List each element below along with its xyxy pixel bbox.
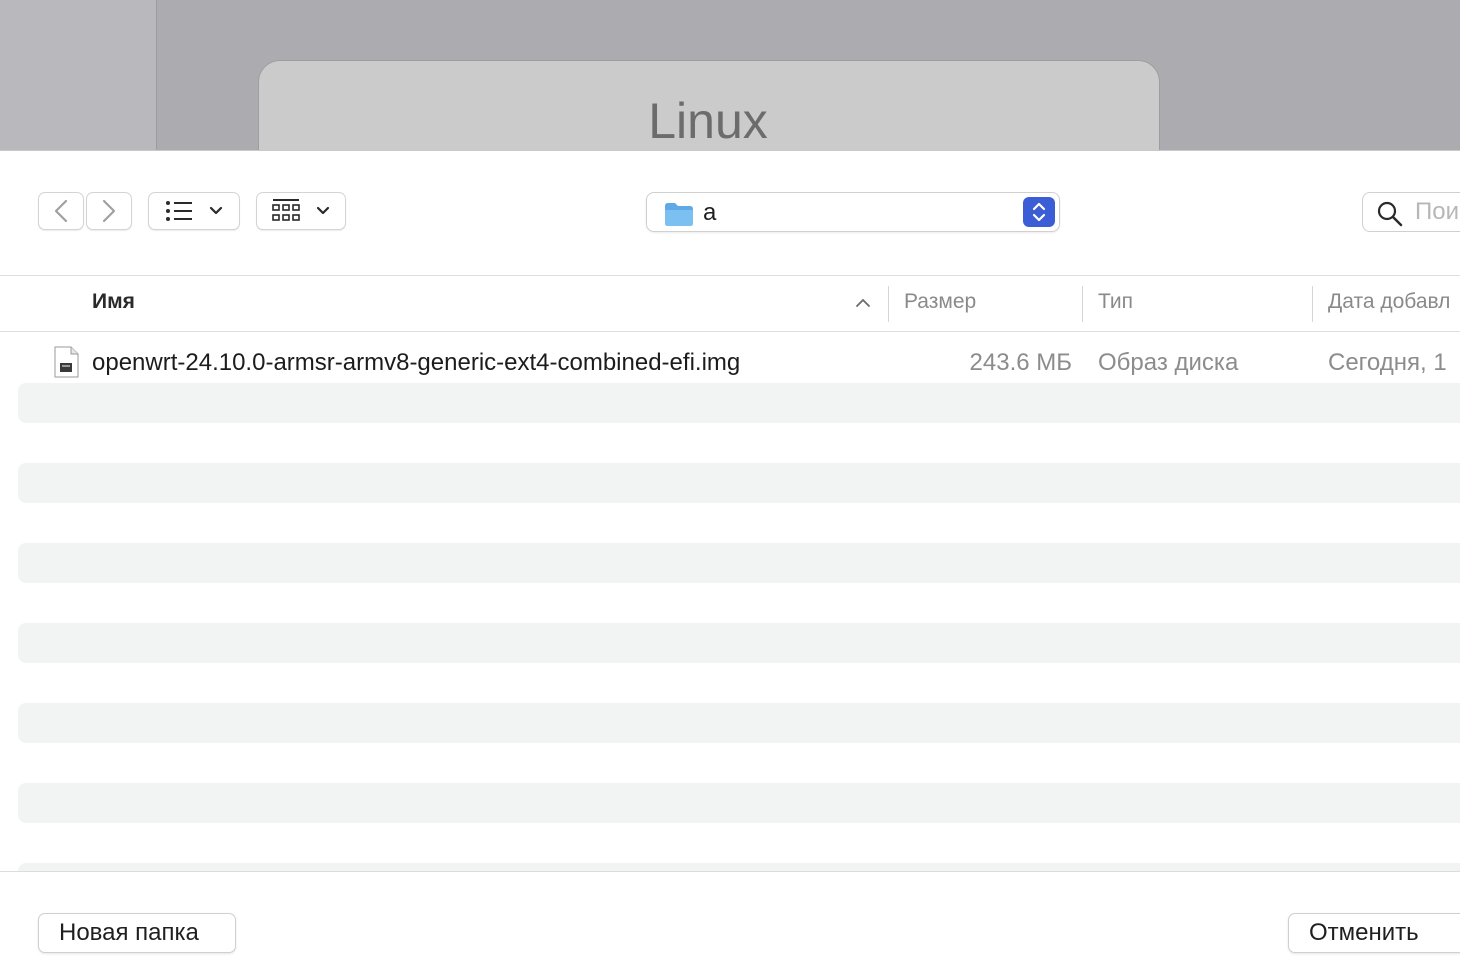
cancel-button[interactable]: Отменить [1288,913,1460,953]
file-kind: Образ диска [1098,349,1239,376]
empty-row [18,623,1460,663]
background-sidebar [0,0,157,150]
column-header-date-added[interactable]: Дата добавл [1328,290,1450,314]
empty-row [18,703,1460,743]
column-divider[interactable] [888,286,889,322]
column-divider[interactable] [1082,286,1083,322]
table-row[interactable]: openwrt-24.10.0-armsr-armv8-generic-ext4… [0,339,1460,385]
forward-button[interactable] [86,192,132,230]
disk-image-file-icon [54,346,79,378]
file-name: openwrt-24.10.0-armsr-armv8-generic-ext4… [92,349,741,376]
chevron-down-icon [209,206,223,215]
grid-group-icon [272,199,300,221]
group-by-button[interactable] [256,192,346,230]
column-divider[interactable] [1312,286,1313,322]
location-stepper[interactable] [1023,197,1055,227]
chevron-right-icon [102,199,116,223]
search-icon [1377,201,1403,227]
file-size: 243.6 МБ [969,349,1072,376]
column-header-size[interactable]: Размер [904,290,976,314]
file-dialog: a Имя Размер Тип Дата добавл [0,150,1460,980]
chevron-down-icon [316,206,330,215]
back-button[interactable] [38,192,84,230]
chevron-left-icon [54,199,68,223]
empty-row [18,783,1460,823]
location-popup[interactable]: a [646,192,1060,232]
list-view-icon [166,201,192,221]
up-down-arrows-icon [1032,202,1046,222]
search-input[interactable] [1415,197,1460,227]
folder-icon [665,203,693,226]
sort-ascending-icon [856,299,870,307]
empty-row [18,543,1460,583]
new-folder-button[interactable]: Новая папка [38,913,236,953]
view-mode-button[interactable] [148,192,240,230]
location-label: a [703,199,717,226]
empty-row [18,463,1460,503]
column-header-kind[interactable]: Тип [1098,290,1133,314]
dialog-footer: Новая папка Отменить [0,871,1460,980]
column-header-name[interactable]: Имя [92,290,135,314]
table-header: Имя Размер Тип Дата добавл [0,275,1460,332]
search-field[interactable] [1362,192,1460,232]
empty-row [18,383,1460,423]
background-card-title: Linux [648,93,768,149]
file-date-added: Сегодня, 1 [1328,349,1447,376]
